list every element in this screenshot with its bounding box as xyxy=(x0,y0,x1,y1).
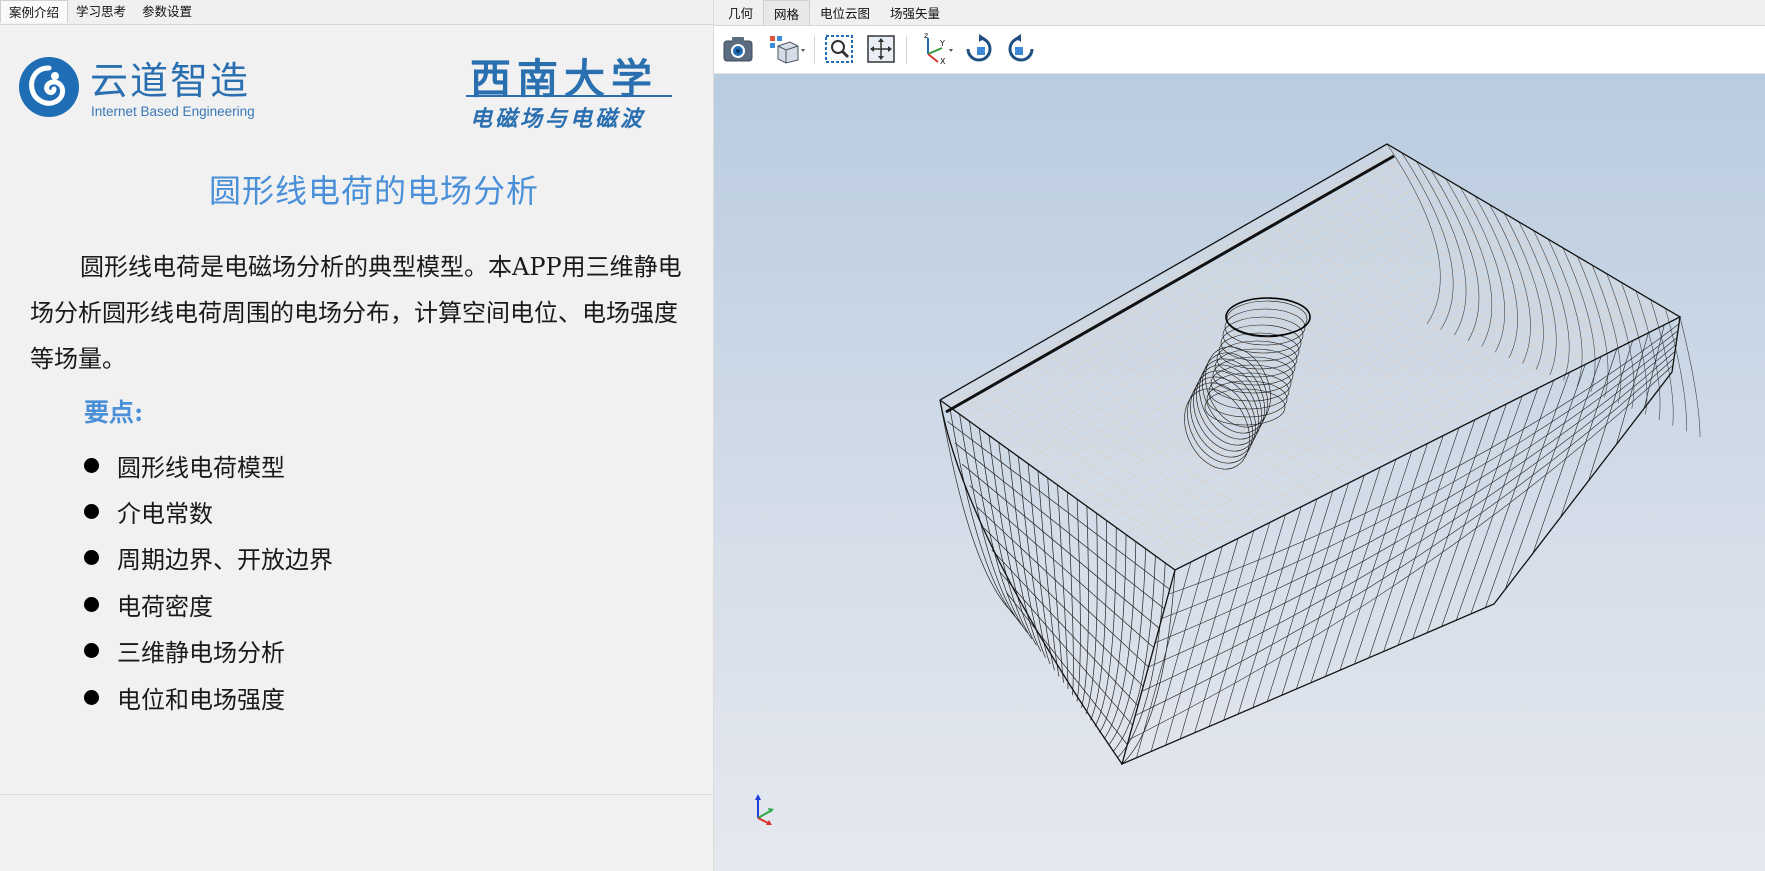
viewer-tab-bar: 几何 网格 电位云图 场强矢量 xyxy=(714,0,1765,26)
swirl-logo-icon xyxy=(19,57,79,117)
mesh-model[interactable] xyxy=(714,74,1765,871)
toolbar-separator xyxy=(814,36,815,64)
axis-triad-icon xyxy=(755,794,774,825)
rotate-ccw-icon[interactable] xyxy=(1004,32,1038,66)
viewer-panel: 几何 网格 电位云图 场强矢量 z Y X xyxy=(714,0,1765,871)
list-item-label: 介电常数 xyxy=(117,500,213,529)
view-cube-icon[interactable] xyxy=(768,32,808,66)
page-title: 圆形线电荷的电场分析 xyxy=(208,172,539,210)
list-item-label: 圆形线电荷模型 xyxy=(117,453,285,482)
list-item: 介电常数 xyxy=(84,488,333,534)
3d-viewport[interactable] xyxy=(714,74,1765,871)
bullet-icon xyxy=(84,457,99,473)
company-logo: 云道智造 Internet Based Engineering xyxy=(18,46,268,126)
axes-orientation-icon[interactable]: z Y X xyxy=(916,32,956,66)
svg-text:Y: Y xyxy=(939,39,945,48)
bullet-icon xyxy=(84,504,99,520)
camera-icon[interactable] xyxy=(720,32,756,66)
list-item: 三维静电场分析 xyxy=(84,628,333,674)
list-item: 圆形线电荷模型 xyxy=(84,442,333,488)
list-item: 周期边界、开放边界 xyxy=(84,535,333,581)
university-logo: 西南大学 电磁场与电磁波 xyxy=(462,45,674,132)
bullet-icon xyxy=(84,643,99,659)
svg-text:z: z xyxy=(924,32,928,40)
zoom-box-icon[interactable] xyxy=(822,32,856,66)
bullet-icon xyxy=(84,550,99,566)
toolbar-separator xyxy=(906,36,907,64)
bullet-icon xyxy=(84,596,99,612)
tab-parameter-settings[interactable]: 参数设置 xyxy=(134,0,200,23)
brand-name: 云道智造 xyxy=(90,59,251,103)
key-points-list: 圆形线电荷模型 介电常数 周期边界、开放边界 电荷密度 三维静电场分析 电位和电… xyxy=(84,442,333,720)
tab-study-thinking[interactable]: 学习思考 xyxy=(68,0,134,23)
tab-case-intro[interactable]: 案例介绍 xyxy=(0,0,69,23)
svg-text:X: X xyxy=(940,57,946,66)
tab-potential-contour[interactable]: 电位云图 xyxy=(810,0,880,25)
tab-geometry[interactable]: 几何 xyxy=(718,0,763,25)
tab-field-vector[interactable]: 场强矢量 xyxy=(880,0,950,25)
brand-subtitle: Internet Based Engineering xyxy=(91,104,255,119)
rotate-cw-icon[interactable] xyxy=(962,32,996,66)
list-item-label: 电荷密度 xyxy=(117,592,213,621)
list-item: 电荷密度 xyxy=(84,581,333,627)
viewer-toolbar: z Y X xyxy=(714,26,1765,74)
intro-paragraph: 圆形线电荷是电磁场分析的典型模型。本APP用三维静电场分析圆形线电荷周围的电场分… xyxy=(30,253,682,373)
list-item-label: 周期边界、开放边界 xyxy=(117,546,333,575)
list-item-label: 电位和电场强度 xyxy=(117,685,285,714)
course-name: 电磁场与电磁波 xyxy=(470,106,646,132)
left-panel: 案例介绍 学习思考 参数设置 云道智造 Internet Based Engin… xyxy=(0,0,714,871)
fit-view-icon[interactable] xyxy=(864,32,898,66)
list-item-label: 三维静电场分析 xyxy=(117,639,285,668)
university-divider xyxy=(466,95,672,97)
list-item: 电位和电场强度 xyxy=(84,674,333,720)
footer-divider xyxy=(0,794,713,795)
tab-mesh[interactable]: 网格 xyxy=(763,0,811,25)
left-tab-bar: 案例介绍 学习思考 参数设置 xyxy=(0,0,713,25)
bullet-icon xyxy=(84,689,99,705)
key-points-heading: 要点: xyxy=(84,398,144,427)
